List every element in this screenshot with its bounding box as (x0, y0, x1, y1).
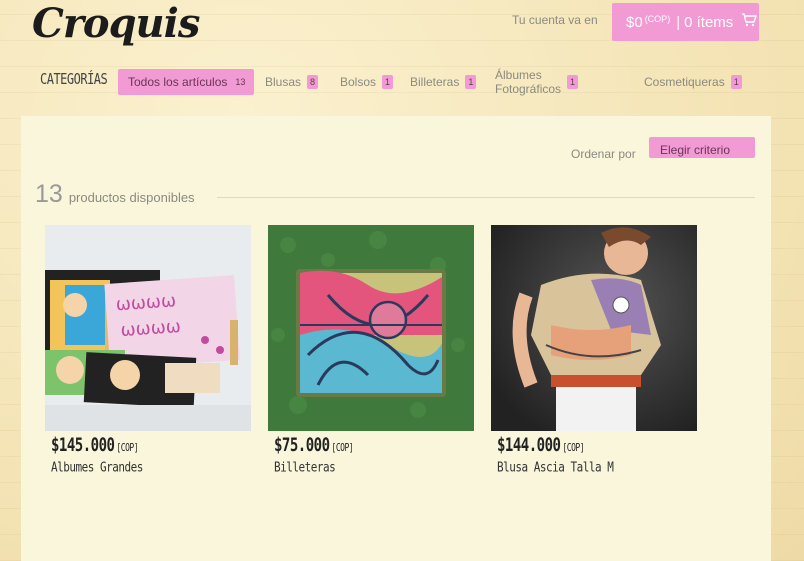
category-label: Cosmetiqueras (644, 75, 725, 89)
category-count: 1 (382, 75, 394, 89)
category-item-billeteras[interactable]: Billeteras 1 (400, 69, 477, 95)
svg-text:ωωωω: ωωωω (120, 316, 182, 341)
category-count: 8 (307, 75, 319, 89)
account-label: Tu cuenta va en (512, 13, 598, 27)
category-item-bolsos[interactable]: Bolsos 1 (330, 69, 394, 95)
price-value: $144.000 (497, 435, 561, 457)
product-name[interactable]: Blusa Ascia Talla M (497, 460, 697, 476)
product-image-wallet[interactable] (268, 225, 474, 431)
cart-separator: | (676, 13, 681, 31)
price-value: $145.000 (51, 435, 115, 457)
brand-logo[interactable]: Croquis (32, 0, 200, 47)
category-label: Álbumes Fotográficos (495, 68, 562, 96)
cart-items: 0 ítems (684, 13, 734, 31)
sort-criteria-button[interactable]: Elegir criterio (649, 137, 755, 158)
price-currency: [COP] (331, 442, 354, 454)
category-label: Blusas (265, 75, 302, 89)
category-item-cosmetiqueras[interactable]: Cosmetiqueras 1 (634, 69, 742, 95)
product-image-albums[interactable]: ωωωω ωωωω (45, 225, 251, 431)
cart-currency: (COP) (644, 14, 671, 24)
product-card[interactable]: $144.000 [COP] Blusa Ascia Talla M (491, 225, 697, 476)
product-price: $75.000 [COP] (274, 436, 474, 457)
price-value: $75.000 (274, 435, 330, 457)
svg-text:ωωωω: ωωωω (115, 290, 177, 315)
category-count: 1 (465, 75, 477, 89)
category-label: Billeteras (410, 75, 460, 89)
category-count: 1 (730, 75, 742, 89)
product-price: $144.000 [COP] (497, 436, 697, 457)
category-item-todos[interactable]: Todos los artículos 13 (118, 69, 254, 95)
product-count: 13 (35, 180, 63, 208)
product-image-blouse[interactable] (491, 225, 697, 431)
listing-count-row: 13 productos disponibles (35, 180, 755, 209)
sort-label: Ordenar por (571, 147, 636, 161)
product-name[interactable]: Albumes Grandes (51, 460, 251, 476)
category-item-albumes[interactable]: Álbumes Fotográficos 1 (485, 68, 579, 96)
product-name[interactable]: Billeteras (274, 460, 474, 476)
category-count: 1 (567, 75, 579, 89)
product-card[interactable]: $75.000 [COP] Billeteras (268, 225, 474, 476)
divider (216, 197, 755, 198)
category-label: Bolsos (340, 75, 377, 89)
price-currency: [COP] (116, 442, 139, 454)
product-card[interactable]: ωωωω ωωωω $145.000 [COP] Albumes Grandes (45, 225, 251, 476)
category-item-blusas[interactable]: Blusas 8 (255, 69, 319, 95)
categories-title: CATEGORÍAS (40, 70, 108, 88)
category-count: 13 (235, 77, 246, 87)
product-price: $145.000 [COP] (51, 436, 251, 457)
cart-icon (741, 13, 758, 31)
product-panel: Ordenar por Elegir criterio 13 productos… (21, 116, 771, 561)
price-currency: [COP] (562, 442, 585, 454)
cart-amount: $0 (626, 13, 643, 31)
category-label: Todos los artículos (128, 75, 228, 89)
product-count-label: productos disponibles (68, 190, 195, 205)
cart-button[interactable]: $0 (COP) | 0 ítems (612, 3, 759, 41)
